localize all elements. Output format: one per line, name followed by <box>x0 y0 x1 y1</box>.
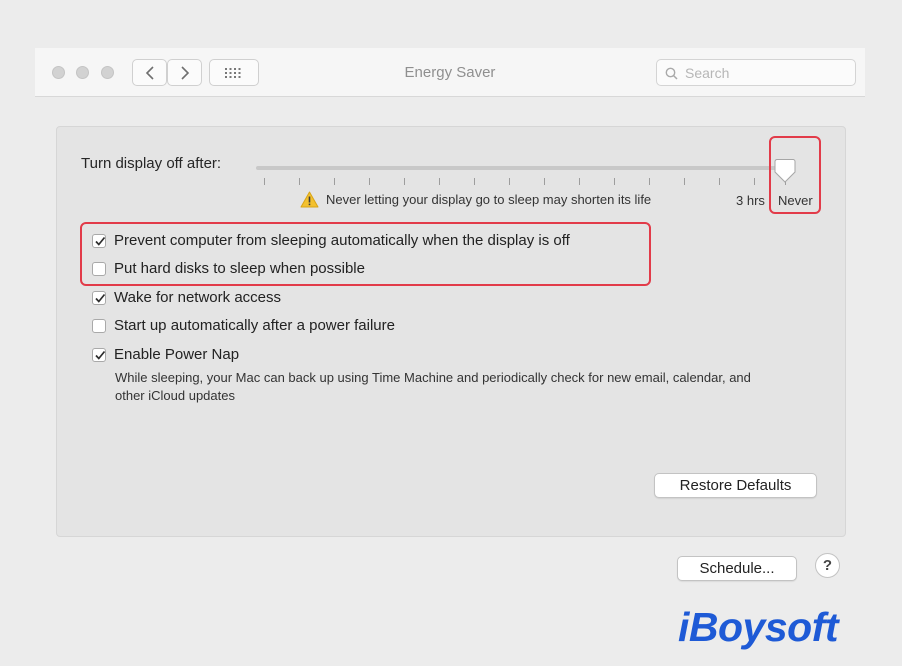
option-label: Wake for network access <box>114 289 281 306</box>
slider-tick <box>439 178 440 185</box>
slider-tick <box>509 178 510 185</box>
display-off-label: Turn display off after: <box>81 155 222 172</box>
slider-tick <box>754 178 755 185</box>
sleep-warning-text: Never letting your display go to sleep m… <box>326 192 652 207</box>
slider-tick <box>264 178 265 185</box>
option-startup-power-failure[interactable]: Start up automatically after a power fai… <box>92 317 395 334</box>
schedule-button[interactable]: Schedule... <box>677 556 797 581</box>
option-power-nap[interactable]: Enable Power Nap <box>92 346 239 363</box>
tick-label-3hrs: 3 hrs <box>736 193 765 208</box>
sleep-warning: Never letting your display go to sleep m… <box>300 191 651 208</box>
slider-tick <box>299 178 300 185</box>
window-toolbar: Energy Saver <box>35 48 865 97</box>
checkmark-icon <box>95 293 106 303</box>
search-field[interactable] <box>656 59 856 86</box>
help-button[interactable]: ? <box>815 553 840 578</box>
slider-tick <box>474 178 475 185</box>
highlight-sleep-options <box>80 222 651 286</box>
slider-tick <box>369 178 370 185</box>
option-wake-network[interactable]: Wake for network access <box>92 289 281 306</box>
restore-defaults-button[interactable]: Restore Defaults <box>654 473 817 498</box>
checkmark-icon <box>95 350 106 360</box>
checkbox-power-nap[interactable] <box>92 347 106 362</box>
power-nap-description: While sleeping, your Mac can back up usi… <box>115 370 751 403</box>
warning-icon <box>300 191 319 208</box>
option-label: Start up automatically after a power fai… <box>114 317 395 334</box>
iboysoft-watermark: iBoysoft <box>678 604 839 650</box>
display-sleep-slider-track[interactable] <box>256 166 788 170</box>
search-input[interactable] <box>683 63 847 83</box>
checkbox-wake-network[interactable] <box>92 290 106 305</box>
checkbox-startup-power-failure[interactable] <box>92 318 106 333</box>
slider-tick <box>614 178 615 185</box>
slider-tick <box>404 178 405 185</box>
option-label: Enable Power Nap <box>114 346 240 363</box>
slider-tick <box>649 178 650 185</box>
slider-tick <box>579 178 580 185</box>
highlight-never-slider <box>769 136 821 214</box>
search-icon <box>665 67 678 80</box>
slider-tick <box>719 178 720 185</box>
slider-tick <box>334 178 335 185</box>
slider-tick <box>544 178 545 185</box>
slider-tick <box>684 178 685 185</box>
